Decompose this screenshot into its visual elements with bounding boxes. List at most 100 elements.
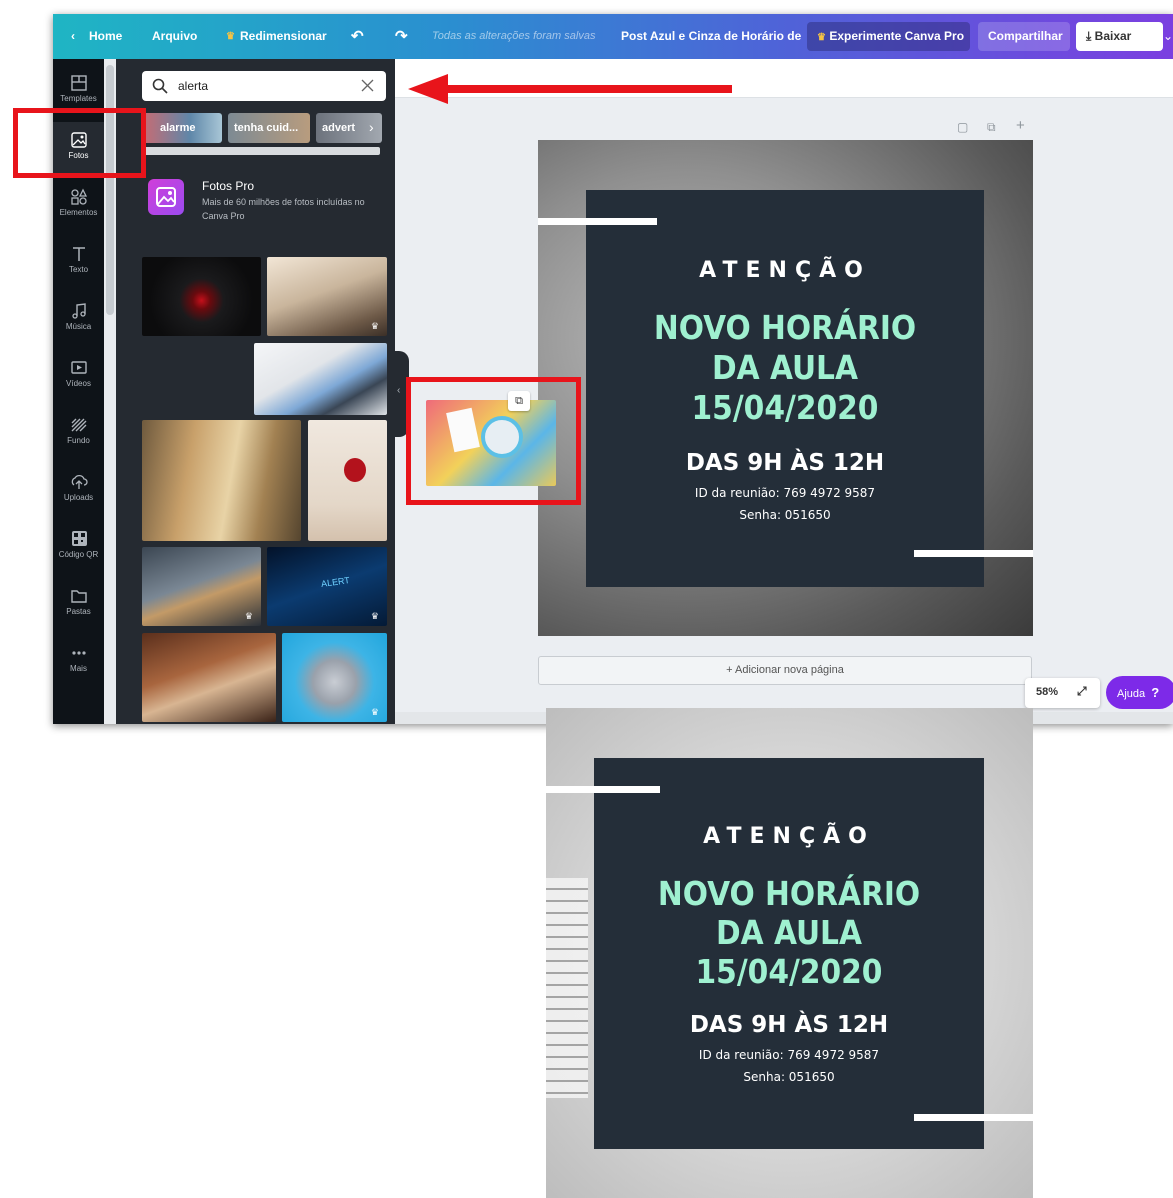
sidebar-item-label: Música [65, 322, 92, 331]
chips-scroll-track [142, 147, 380, 155]
home-button[interactable]: Home [89, 14, 122, 59]
search-input[interactable]: alerta [178, 71, 208, 101]
chip-alarm[interactable]: alarme [142, 113, 222, 143]
photo-phone-messages[interactable] [254, 343, 387, 415]
add-page-button[interactable]: + Adicionar nova página [538, 656, 1032, 685]
canva-editor-screenshot: ‹ Home Arquivo ♛ Redimensionar ↶ ↷ Todas… [53, 14, 1173, 724]
music-icon [71, 303, 86, 319]
chip-be-careful[interactable]: tenha cuid... [228, 113, 310, 143]
resize-button[interactable]: Redimensionar [240, 14, 327, 59]
photo-red-bulb[interactable] [142, 257, 261, 336]
info-card[interactable]: ATENÇÃO NOVO HORÁRIO DA AULA 15/04/2020 … [586, 190, 984, 587]
crown-icon: ♛ [817, 32, 826, 43]
close-icon[interactable] [361, 79, 374, 92]
result-white-bar-left [546, 786, 660, 793]
template-icon [70, 75, 87, 91]
zoom-level[interactable]: 58% [1036, 686, 1058, 698]
undo-icon[interactable]: ↶ [351, 14, 364, 59]
result-info-card: ATENÇÃO NOVO HORÁRIO DA AULA 15/04/2020 … [594, 758, 984, 1149]
highlight-photos-tab [13, 108, 146, 178]
sidebar-item-label: Templates [60, 94, 97, 103]
photo-warning-box[interactable]: ♛ [142, 547, 261, 626]
highlight-dragged-photo [406, 377, 581, 505]
folder-icon [70, 590, 87, 603]
headline-line-3: 15/04/2020 [691, 388, 879, 427]
pro-photos-card[interactable]: Fotos Pro Mais de 60 milhões de fotos in… [142, 171, 386, 227]
sidebar-item-label: Mais [70, 664, 87, 673]
sidebar-item-qr-code[interactable]: Código QR [53, 521, 104, 573]
red-arrow-icon [408, 74, 732, 104]
photo-pug[interactable] [142, 633, 276, 722]
white-bar-right [914, 550, 1033, 557]
headline-line-1: NOVO HORÁRIO [653, 308, 917, 347]
duplicate-page-icon[interactable]: ⧉ [987, 120, 996, 135]
back-chevron-icon[interactable]: ‹ [71, 14, 75, 59]
result-headline-line-3: 15/04/2020 [695, 952, 883, 991]
elements-icon [70, 188, 87, 205]
search-icon [152, 78, 168, 94]
redo-icon[interactable]: ↷ [395, 14, 408, 59]
sidebar-item-elements[interactable]: Elementos [53, 179, 104, 231]
sidebar-item-background[interactable]: Fundo [53, 407, 104, 459]
photo-laptop-typing[interactable]: ♛ [267, 257, 387, 336]
notes-icon[interactable]: ▢ [957, 120, 968, 134]
result-attention-heading: ATENÇÃO [703, 824, 875, 849]
file-menu[interactable]: Arquivo [152, 14, 197, 59]
notebook-spiral [546, 878, 588, 1098]
result-design: ATENÇÃO NOVO HORÁRIO DA AULA 15/04/2020 … [546, 708, 1033, 1198]
chevron-left-icon: ‹ [397, 385, 401, 396]
photo-alert-monitor[interactable]: ALERT ♛ [267, 547, 387, 626]
time-range: DAS 9H ÀS 12H [685, 450, 885, 476]
sidebar-item-label: Texto [68, 265, 89, 274]
meeting-password: Senha: 051650 [739, 508, 831, 522]
result-headline-line-1: NOVO HORÁRIO [657, 874, 921, 913]
white-bar-left [538, 218, 657, 225]
crown-icon: ♛ [244, 611, 253, 621]
chevron-down-icon[interactable]: ⌄ [1163, 14, 1173, 59]
help-button[interactable]: Ajuda ? [1106, 676, 1173, 709]
result-headline-line-2: DA AULA [716, 913, 862, 952]
photo-search-box[interactable]: alerta [142, 71, 386, 101]
share-button[interactable]: Compartilhar [978, 22, 1070, 51]
download-label: Baixar [1094, 29, 1132, 43]
result-meeting-id: ID da reunião: 769 4972 9587 [698, 1048, 880, 1062]
design-page[interactable]: ATENÇÃO NOVO HORÁRIO DA AULA 15/04/2020 … [538, 140, 1033, 636]
zoom-control[interactable]: 58% ⤢ [1025, 678, 1100, 708]
crown-icon: ♛ [370, 707, 379, 717]
photo-meerkats[interactable] [142, 420, 301, 541]
headline-line-2: DA AULA [712, 348, 858, 387]
pro-photos-title: Fotos Pro [202, 179, 255, 193]
photo-red-alarm-clock[interactable] [308, 420, 387, 541]
meeting-id: ID da reunião: 769 4972 9587 [694, 486, 876, 500]
text-icon [72, 247, 85, 261]
photo-cat[interactable]: ♛ [282, 633, 387, 722]
fullscreen-icon[interactable]: ⤢ [1077, 684, 1087, 699]
sidebar-item-label: Uploads [63, 493, 94, 502]
crown-icon: ♛ [370, 611, 379, 621]
chevron-right-icon[interactable]: › [369, 119, 374, 135]
document-title[interactable]: Post Azul e Cinza de Horário de [621, 14, 801, 59]
sidebar-item-text[interactable]: Texto [53, 236, 104, 288]
upload-icon [71, 474, 88, 489]
sidebar-item-videos[interactable]: Vídeos [53, 350, 104, 402]
sidebar-item-more[interactable]: Mais [53, 635, 104, 687]
crown-icon: ♛ [370, 321, 379, 331]
pro-photo-icon [148, 179, 184, 215]
attention-heading: ATENÇÃO [699, 258, 871, 283]
result-time-range: DAS 9H ÀS 12H [689, 1012, 889, 1038]
sidebar-item-label: Vídeos [66, 379, 91, 388]
alert-label: ALERT [320, 575, 351, 589]
download-button[interactable]: ⤓ Baixar [1076, 22, 1163, 51]
sidebar-item-folders[interactable]: Pastas [53, 578, 104, 630]
photos-panel: alerta alarme tenha cuid... advert › Fot… [116, 59, 395, 724]
crown-icon: ♛ [226, 31, 235, 42]
suggestion-chips: alarme tenha cuid... advert [142, 113, 382, 143]
sidebar-item-music[interactable]: Música [53, 293, 104, 345]
add-page-plus-icon[interactable]: + [1016, 117, 1025, 134]
save-status: Todas as alterações foram salvas [432, 30, 596, 42]
result-white-bar-right [914, 1114, 1033, 1121]
try-pro-button[interactable]: ♛ Experimente Canva Pro [807, 22, 970, 51]
scrollbar-thumb[interactable] [106, 65, 114, 315]
sidebar-item-uploads[interactable]: Uploads [53, 464, 104, 516]
sidebar-item-label: Pastas [66, 607, 91, 616]
